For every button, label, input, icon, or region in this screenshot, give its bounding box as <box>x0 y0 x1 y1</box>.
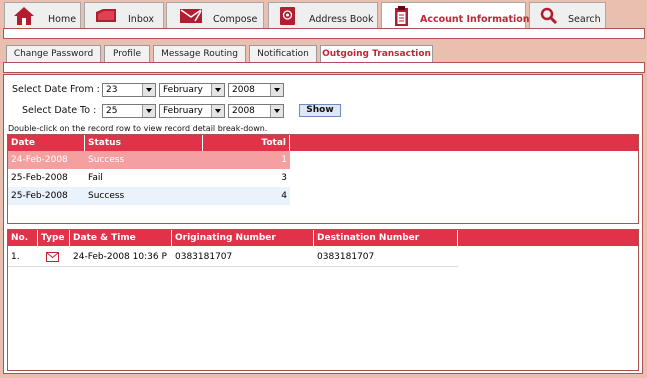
outgoing-transaction-panel: Select Date From : 23 February 2008 Sele… <box>3 74 643 374</box>
subtab-profile[interactable]: Profile <box>104 45 150 63</box>
compose-icon <box>180 9 202 23</box>
tab-home[interactable]: Home <box>4 2 81 28</box>
chevron-down-icon <box>270 84 283 96</box>
chevron-down-icon <box>142 105 155 117</box>
address-book-icon <box>280 7 295 25</box>
from-month-select[interactable]: February <box>159 83 225 97</box>
detail-table: No. Type Date & Time Originating Number … <box>7 229 639 371</box>
table-row[interactable]: 25-Feb-2008 Success 4 <box>8 187 290 205</box>
col-destination-number: Destination Number <box>314 230 458 246</box>
col-status: Status <box>85 135 203 151</box>
from-day-select[interactable]: 23 <box>102 83 156 97</box>
tab-inbox[interactable]: Inbox <box>84 2 164 28</box>
from-year-select[interactable]: 2008 <box>228 83 284 97</box>
inbox-icon <box>96 9 116 22</box>
col-date-time: Date & Time <box>70 230 172 246</box>
table-row[interactable]: 25-Feb-2008 Fail 3 <box>8 169 290 187</box>
envelope-icon <box>46 252 59 262</box>
subtab-change-password[interactable]: Change Password <box>6 45 101 63</box>
subtab-outgoing-transaction[interactable]: Outgoing Transaction <box>320 45 433 63</box>
col-total: Total <box>203 135 290 151</box>
col-no: No. <box>8 230 38 246</box>
detail-table-header: No. Type Date & Time Originating Number … <box>8 230 638 246</box>
chevron-down-icon <box>270 105 283 117</box>
magnifier-icon <box>540 7 558 25</box>
sub-tab-bar: Change Password Profile Message Routing … <box>0 43 647 63</box>
show-button[interactable]: Show <box>299 104 341 117</box>
home-icon <box>14 7 34 25</box>
clipboard-icon <box>395 6 408 26</box>
chevron-down-icon <box>142 84 155 96</box>
hint-text: Double-click on the record row to view r… <box>8 124 268 133</box>
date-from-label: Select Date From : <box>12 84 100 95</box>
table-row[interactable]: 24-Feb-2008 Success 1 <box>8 151 290 169</box>
col-originating-number: Originating Number <box>172 230 314 246</box>
tab-compose[interactable]: Compose <box>166 2 264 28</box>
tab-account-information[interactable]: Account Information <box>381 2 530 28</box>
summary-table: Date Status Total 24-Feb-2008 Success 1 … <box>7 134 639 224</box>
tab-address-book[interactable]: Address Book <box>268 2 378 28</box>
to-month-select[interactable]: February <box>159 104 225 118</box>
subtab-message-routing[interactable]: Message Routing <box>153 45 246 63</box>
col-date: Date <box>8 135 85 151</box>
col-type: Type <box>38 230 70 246</box>
summary-table-header: Date Status Total <box>8 135 638 151</box>
chevron-down-icon <box>211 84 224 96</box>
chevron-down-icon <box>211 105 224 117</box>
date-to-label: Select Date To : <box>22 105 97 116</box>
to-day-select[interactable]: 25 <box>102 104 156 118</box>
main-tab-bar: Home Inbox Compose Address Book Account … <box>0 0 647 28</box>
sub-tab-content-strip <box>3 62 645 73</box>
to-year-select[interactable]: 2008 <box>228 104 284 118</box>
top-tab-content-strip <box>3 28 645 39</box>
subtab-notification[interactable]: Notification <box>249 45 317 63</box>
tab-search[interactable]: Search <box>529 2 606 28</box>
table-row[interactable]: 1. 24-Feb-2008 10:36 P 0383181707 038318… <box>8 248 458 267</box>
